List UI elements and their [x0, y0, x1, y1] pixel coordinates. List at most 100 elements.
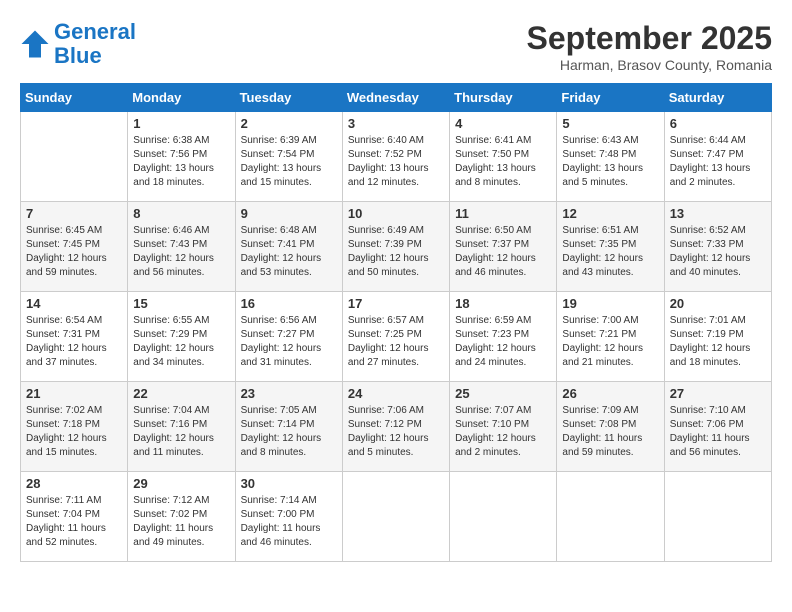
day-number: 5: [562, 116, 658, 131]
location: Harman, Brasov County, Romania: [527, 57, 772, 73]
weekday-header-tuesday: Tuesday: [235, 84, 342, 112]
logo-line2: Blue: [54, 43, 102, 68]
calendar-cell: 21 Sunrise: 7:02 AMSunset: 7:18 PMDayligh…: [21, 382, 128, 472]
day-info: Sunrise: 6:46 AMSunset: 7:43 PMDaylight:…: [133, 224, 229, 280]
calendar-cell: 6 Sunrise: 6:44 AMSunset: 7:47 PMDaylight…: [664, 112, 771, 202]
calendar-cell: 23 Sunrise: 7:05 AMSunset: 7:14 PMDayligh…: [235, 382, 342, 472]
calendar-cell: 18 Sunrise: 6:59 AMSunset: 7:23 PMDayligh…: [450, 292, 557, 382]
day-info: Sunrise: 6:57 AMSunset: 7:25 PMDaylight:…: [348, 314, 444, 370]
calendar-cell: 17 Sunrise: 6:57 AMSunset: 7:25 PMDayligh…: [342, 292, 449, 382]
calendar-cell: 13 Sunrise: 6:52 AMSunset: 7:33 PMDayligh…: [664, 202, 771, 292]
day-info: Sunrise: 6:43 AMSunset: 7:48 PMDaylight:…: [562, 134, 658, 190]
day-number: 21: [26, 386, 122, 401]
day-number: 10: [348, 206, 444, 221]
calendar-cell: 26Sunrise: 7:09 AMSunset: 7:08 PMDayligh…: [557, 382, 664, 472]
day-info: Sunrise: 7:05 AMSunset: 7:14 PMDaylight:…: [241, 404, 337, 460]
calendar-cell: 14 Sunrise: 6:54 AMSunset: 7:31 PMDayligh…: [21, 292, 128, 382]
day-info: Sunrise: 7:01 AMSunset: 7:19 PMDaylight:…: [670, 314, 766, 370]
calendar-cell: [557, 472, 664, 562]
day-info: Sunrise: 6:56 AMSunset: 7:27 PMDaylight:…: [241, 314, 337, 370]
day-info: Sunrise: 6:54 AMSunset: 7:31 PMDaylight:…: [26, 314, 122, 370]
calendar-cell: 2Sunrise: 6:39 AMSunset: 7:54 PMDaylight…: [235, 112, 342, 202]
day-number: 13: [670, 206, 766, 221]
calendar-week-row: 21 Sunrise: 7:02 AMSunset: 7:18 PMDayligh…: [21, 382, 772, 472]
calendar-cell: [450, 472, 557, 562]
calendar-cell: 5 Sunrise: 6:43 AMSunset: 7:48 PMDaylight…: [557, 112, 664, 202]
day-info: Sunrise: 6:50 AMSunset: 7:37 PMDaylight:…: [455, 224, 551, 280]
day-info: Sunrise: 7:02 AMSunset: 7:18 PMDaylight:…: [26, 404, 122, 460]
calendar-cell: 15 Sunrise: 6:55 AMSunset: 7:29 PMDayligh…: [128, 292, 235, 382]
day-info: Sunrise: 6:45 AMSunset: 7:45 PMDaylight:…: [26, 224, 122, 280]
day-info: Sunrise: 7:04 AMSunset: 7:16 PMDaylight:…: [133, 404, 229, 460]
calendar-cell: [21, 112, 128, 202]
day-number: 18: [455, 296, 551, 311]
day-number: 27: [670, 386, 766, 401]
weekday-header-row: SundayMondayTuesdayWednesdayThursdayFrid…: [21, 84, 772, 112]
day-info: Sunrise: 7:00 AMSunset: 7:21 PMDaylight:…: [562, 314, 658, 370]
day-info: Sunrise: 6:59 AMSunset: 7:23 PMDaylight:…: [455, 314, 551, 370]
day-info: Sunrise: 7:12 AMSunset: 7:02 PMDaylight:…: [133, 494, 229, 550]
calendar-cell: [664, 472, 771, 562]
day-number: 29: [133, 476, 229, 491]
day-info: Sunrise: 6:41 AMSunset: 7:50 PMDaylight:…: [455, 134, 551, 190]
day-info: Sunrise: 7:07 AMSunset: 7:10 PMDaylight:…: [455, 404, 551, 460]
calendar-week-row: 1 Sunrise: 6:38 AMSunset: 7:56 PMDaylight…: [21, 112, 772, 202]
day-number: 23: [241, 386, 337, 401]
weekday-header-sunday: Sunday: [21, 84, 128, 112]
calendar-cell: 4 Sunrise: 6:41 AMSunset: 7:50 PMDaylight…: [450, 112, 557, 202]
day-info: Sunrise: 6:52 AMSunset: 7:33 PMDaylight:…: [670, 224, 766, 280]
day-info: Sunrise: 6:55 AMSunset: 7:29 PMDaylight:…: [133, 314, 229, 370]
calendar-cell: 7 Sunrise: 6:45 AMSunset: 7:45 PMDaylight…: [21, 202, 128, 292]
calendar-cell: 24Sunrise: 7:06 AMSunset: 7:12 PMDayligh…: [342, 382, 449, 472]
day-info: Sunrise: 7:09 AMSunset: 7:08 PMDaylight:…: [562, 404, 658, 460]
calendar-table: SundayMondayTuesdayWednesdayThursdayFrid…: [20, 83, 772, 562]
day-number: 6: [670, 116, 766, 131]
weekday-header-friday: Friday: [557, 84, 664, 112]
day-info: Sunrise: 6:44 AMSunset: 7:47 PMDaylight:…: [670, 134, 766, 190]
day-number: 11: [455, 206, 551, 221]
weekday-header-saturday: Saturday: [664, 84, 771, 112]
month-title: September 2025: [527, 20, 772, 57]
day-number: 17: [348, 296, 444, 311]
day-info: Sunrise: 7:06 AMSunset: 7:12 PMDaylight:…: [348, 404, 444, 460]
day-number: 20: [670, 296, 766, 311]
day-number: 15: [133, 296, 229, 311]
day-number: 19: [562, 296, 658, 311]
day-number: 3: [348, 116, 444, 131]
calendar-week-row: 7 Sunrise: 6:45 AMSunset: 7:45 PMDaylight…: [21, 202, 772, 292]
calendar-cell: 12 Sunrise: 6:51 AMSunset: 7:35 PMDayligh…: [557, 202, 664, 292]
calendar-cell: 22 Sunrise: 7:04 AMSunset: 7:16 PMDayligh…: [128, 382, 235, 472]
calendar-cell: [342, 472, 449, 562]
day-number: 12: [562, 206, 658, 221]
calendar-cell: 8Sunrise: 6:46 AMSunset: 7:43 PMDaylight…: [128, 202, 235, 292]
logo-line1: General: [54, 19, 136, 44]
calendar-week-row: 28 Sunrise: 7:11 AMSunset: 7:04 PMDayligh…: [21, 472, 772, 562]
calendar-cell: 11 Sunrise: 6:50 AMSunset: 7:37 PMDayligh…: [450, 202, 557, 292]
day-info: Sunrise: 7:11 AMSunset: 7:04 PMDaylight:…: [26, 494, 122, 550]
logo-icon: [20, 29, 50, 59]
day-info: Sunrise: 6:39 AMSunset: 7:54 PMDaylight:…: [241, 134, 337, 190]
calendar-cell: 30Sunrise: 7:14 AMSunset: 7:00 PMDayligh…: [235, 472, 342, 562]
day-number: 16: [241, 296, 337, 311]
day-info: Sunrise: 6:40 AMSunset: 7:52 PMDaylight:…: [348, 134, 444, 190]
weekday-header-monday: Monday: [128, 84, 235, 112]
day-number: 28: [26, 476, 122, 491]
page-header: General Blue September 2025 Harman, Bras…: [20, 20, 772, 73]
calendar-cell: 27Sunrise: 7:10 AMSunset: 7:06 PMDayligh…: [664, 382, 771, 472]
day-number: 22: [133, 386, 229, 401]
calendar-cell: 16 Sunrise: 6:56 AMSunset: 7:27 PMDayligh…: [235, 292, 342, 382]
calendar-cell: 29 Sunrise: 7:12 AMSunset: 7:02 PMDayligh…: [128, 472, 235, 562]
calendar-cell: 20 Sunrise: 7:01 AMSunset: 7:19 PMDayligh…: [664, 292, 771, 382]
day-number: 7: [26, 206, 122, 221]
day-info: Sunrise: 6:38 AMSunset: 7:56 PMDaylight:…: [133, 134, 229, 190]
calendar-cell: 1 Sunrise: 6:38 AMSunset: 7:56 PMDaylight…: [128, 112, 235, 202]
logo: General Blue: [20, 20, 136, 68]
logo-text: General Blue: [54, 20, 136, 68]
day-info: Sunrise: 6:51 AMSunset: 7:35 PMDaylight:…: [562, 224, 658, 280]
day-number: 14: [26, 296, 122, 311]
day-number: 4: [455, 116, 551, 131]
calendar-cell: 10Sunrise: 6:49 AMSunset: 7:39 PMDayligh…: [342, 202, 449, 292]
title-section: September 2025 Harman, Brasov County, Ro…: [527, 20, 772, 73]
calendar-cell: 3 Sunrise: 6:40 AMSunset: 7:52 PMDaylight…: [342, 112, 449, 202]
day-number: 1: [133, 116, 229, 131]
